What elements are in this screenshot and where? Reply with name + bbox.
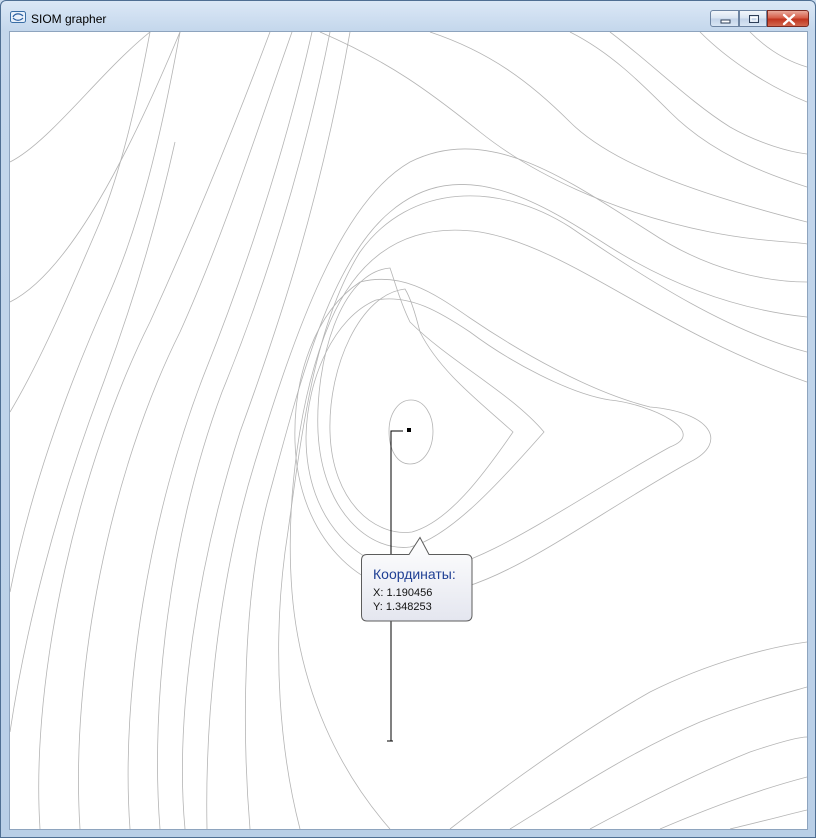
contour-line bbox=[319, 32, 807, 245]
contour-line bbox=[305, 298, 684, 573]
contour-line bbox=[10, 32, 181, 303]
contour-line bbox=[729, 809, 807, 829]
contour-line bbox=[329, 288, 514, 533]
contour-line bbox=[569, 32, 807, 188]
contour-line bbox=[589, 736, 807, 829]
contour-line bbox=[10, 141, 176, 733]
contour-line bbox=[317, 267, 545, 548]
contour-line bbox=[294, 278, 712, 595]
contour-line bbox=[429, 32, 807, 223]
contour-line bbox=[78, 32, 293, 829]
tooltip-y-value: Y: 1.348253 bbox=[373, 601, 432, 613]
maximize-icon bbox=[749, 15, 759, 23]
contour-line bbox=[609, 32, 807, 155]
contour-plot[interactable] bbox=[10, 32, 807, 829]
contour-line bbox=[245, 184, 807, 829]
maximize-button[interactable] bbox=[739, 10, 767, 27]
contour-line bbox=[206, 148, 807, 829]
contour-line bbox=[449, 641, 807, 829]
close-button[interactable] bbox=[767, 10, 809, 27]
tooltip-title: Координаты: bbox=[373, 566, 456, 582]
contour-line bbox=[10, 32, 151, 163]
window-title: SIOM grapher bbox=[31, 12, 107, 26]
coordinates-tooltip: Координаты: X: 1.190456 Y: 1.348253 bbox=[361, 536, 474, 622]
close-icon bbox=[782, 13, 796, 26]
current-point-marker bbox=[407, 428, 411, 432]
contour-line bbox=[278, 195, 807, 829]
contour-line bbox=[749, 32, 807, 68]
tooltip-x-value: X: 1.190456 bbox=[373, 587, 433, 599]
contour-line bbox=[699, 32, 807, 103]
minimize-button[interactable] bbox=[710, 10, 739, 27]
title-bar[interactable]: SIOM grapher bbox=[1, 1, 815, 31]
plot-canvas[interactable]: Координаты: X: 1.190456 Y: 1.348253 bbox=[9, 31, 808, 830]
contour-line bbox=[127, 32, 313, 829]
contour-line bbox=[659, 776, 807, 829]
contour-line bbox=[182, 32, 351, 829]
siom-app-icon bbox=[10, 11, 26, 23]
contour-line bbox=[289, 229, 807, 829]
contour-line bbox=[10, 32, 151, 413]
app-window: SIOM grapher Координаты: X: 1.190456 Y: … bbox=[0, 0, 816, 838]
contour-line bbox=[38, 32, 271, 829]
contour-line bbox=[509, 686, 807, 829]
contour-line bbox=[157, 32, 331, 829]
minimize-icon bbox=[720, 19, 731, 24]
